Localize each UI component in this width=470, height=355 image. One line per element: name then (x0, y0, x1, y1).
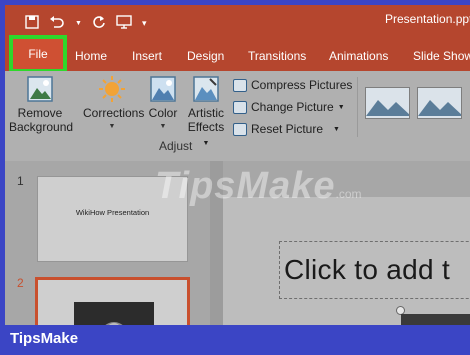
tab-transitions[interactable]: Transitions (248, 41, 306, 71)
powerpoint-window: ▼ ▾ Presentation.ppt File Home Insert De… (5, 5, 470, 325)
corrections-dropdown-icon: ▼ (108, 123, 116, 130)
tab-slide-show[interactable]: Slide Show (413, 41, 470, 71)
corrections-button[interactable]: Corrections ▼ (83, 75, 145, 134)
tab-insert[interactable]: Insert (132, 41, 162, 71)
brand-name: TipsMake (10, 330, 79, 347)
compress-pictures-button[interactable]: Compress Pictures (233, 76, 352, 94)
placeholder-text: Click to add t (284, 254, 451, 285)
brand-bar: TipsMake (0, 325, 470, 355)
title-placeholder[interactable]: Click to add t (279, 241, 470, 299)
tab-home[interactable]: Home (75, 41, 107, 71)
reset-picture-dropdown-icon: ▼ (333, 125, 340, 133)
color-icon (149, 75, 177, 103)
remove-background-label-1: Remove (17, 106, 63, 120)
change-picture-button[interactable]: Change Picture ▼ (233, 98, 345, 116)
slide-number-1: 1 (17, 174, 24, 188)
slide-2-photo (74, 302, 154, 325)
slide-photo[interactable] (401, 314, 470, 325)
quick-access-toolbar: ▼ ▾ (25, 11, 146, 35)
color-button[interactable]: Color ▼ (145, 75, 181, 134)
change-picture-icon (233, 100, 247, 114)
color-label: Color (148, 106, 178, 120)
slide-thumbnail-2[interactable] (35, 277, 190, 325)
watermark-domain: .com (335, 187, 362, 201)
customize-toolbar-icon[interactable]: ▾ (142, 18, 147, 29)
picture-style-1[interactable] (365, 87, 410, 119)
watermark-text: TipsMake (155, 165, 336, 207)
ribbon-separator (357, 77, 358, 137)
adjust-group-label: Adjust (159, 139, 193, 153)
redo-icon[interactable] (92, 15, 106, 32)
watermark: TipsMake.com (155, 165, 362, 208)
remove-background-label-2: Background (9, 120, 74, 134)
title-bar: ▼ ▾ Presentation.ppt File Home Insert De… (5, 5, 470, 77)
corrections-label: Corrections (83, 106, 145, 120)
compress-pictures-label: Compress Pictures (251, 78, 353, 92)
undo-icon[interactable] (49, 15, 65, 32)
artistic-effects-label-2: Effects (187, 120, 225, 134)
slide-1-title: WikiHow Presentation (75, 208, 150, 217)
remove-background-button[interactable]: Remove Background (9, 75, 74, 134)
change-picture-dropdown-icon: ▼ (337, 103, 345, 111)
change-picture-label: Change Picture (251, 100, 334, 114)
reset-picture-label: Reset Picture (251, 122, 324, 136)
artistic-effects-label-1: Artistic (188, 106, 224, 120)
sun-icon (98, 75, 126, 103)
tab-file[interactable]: File (9, 35, 67, 73)
compress-pictures-icon (233, 78, 247, 92)
remove-background-icon (26, 75, 54, 103)
present-icon[interactable] (116, 14, 132, 32)
document-title: Presentation.ppt (385, 12, 470, 26)
artistic-effects-dropdown-icon: ▼ (202, 140, 210, 147)
ribbon-tabs: File Home Insert Design Transitions Anim… (5, 35, 470, 73)
ribbon: Remove Background Corrections ▼ Color ▼ … (5, 71, 470, 161)
color-dropdown-icon: ▼ (159, 123, 167, 130)
slides-area: 1 WikiHow Presentation 2 Click to add t … (5, 161, 470, 325)
picture-style-2[interactable] (417, 87, 462, 119)
undo-dropdown-icon[interactable]: ▼ (75, 20, 82, 27)
reset-picture-icon (233, 122, 247, 136)
slide-number-2: 2 (17, 276, 24, 290)
tab-design[interactable]: Design (187, 41, 224, 71)
reset-picture-button[interactable]: Reset Picture ▼ (233, 120, 340, 138)
artistic-effects-icon (192, 75, 220, 103)
slide-canvas[interactable]: Click to add t (223, 197, 470, 325)
save-icon[interactable] (25, 14, 39, 32)
tab-animations[interactable]: Animations (329, 41, 388, 71)
